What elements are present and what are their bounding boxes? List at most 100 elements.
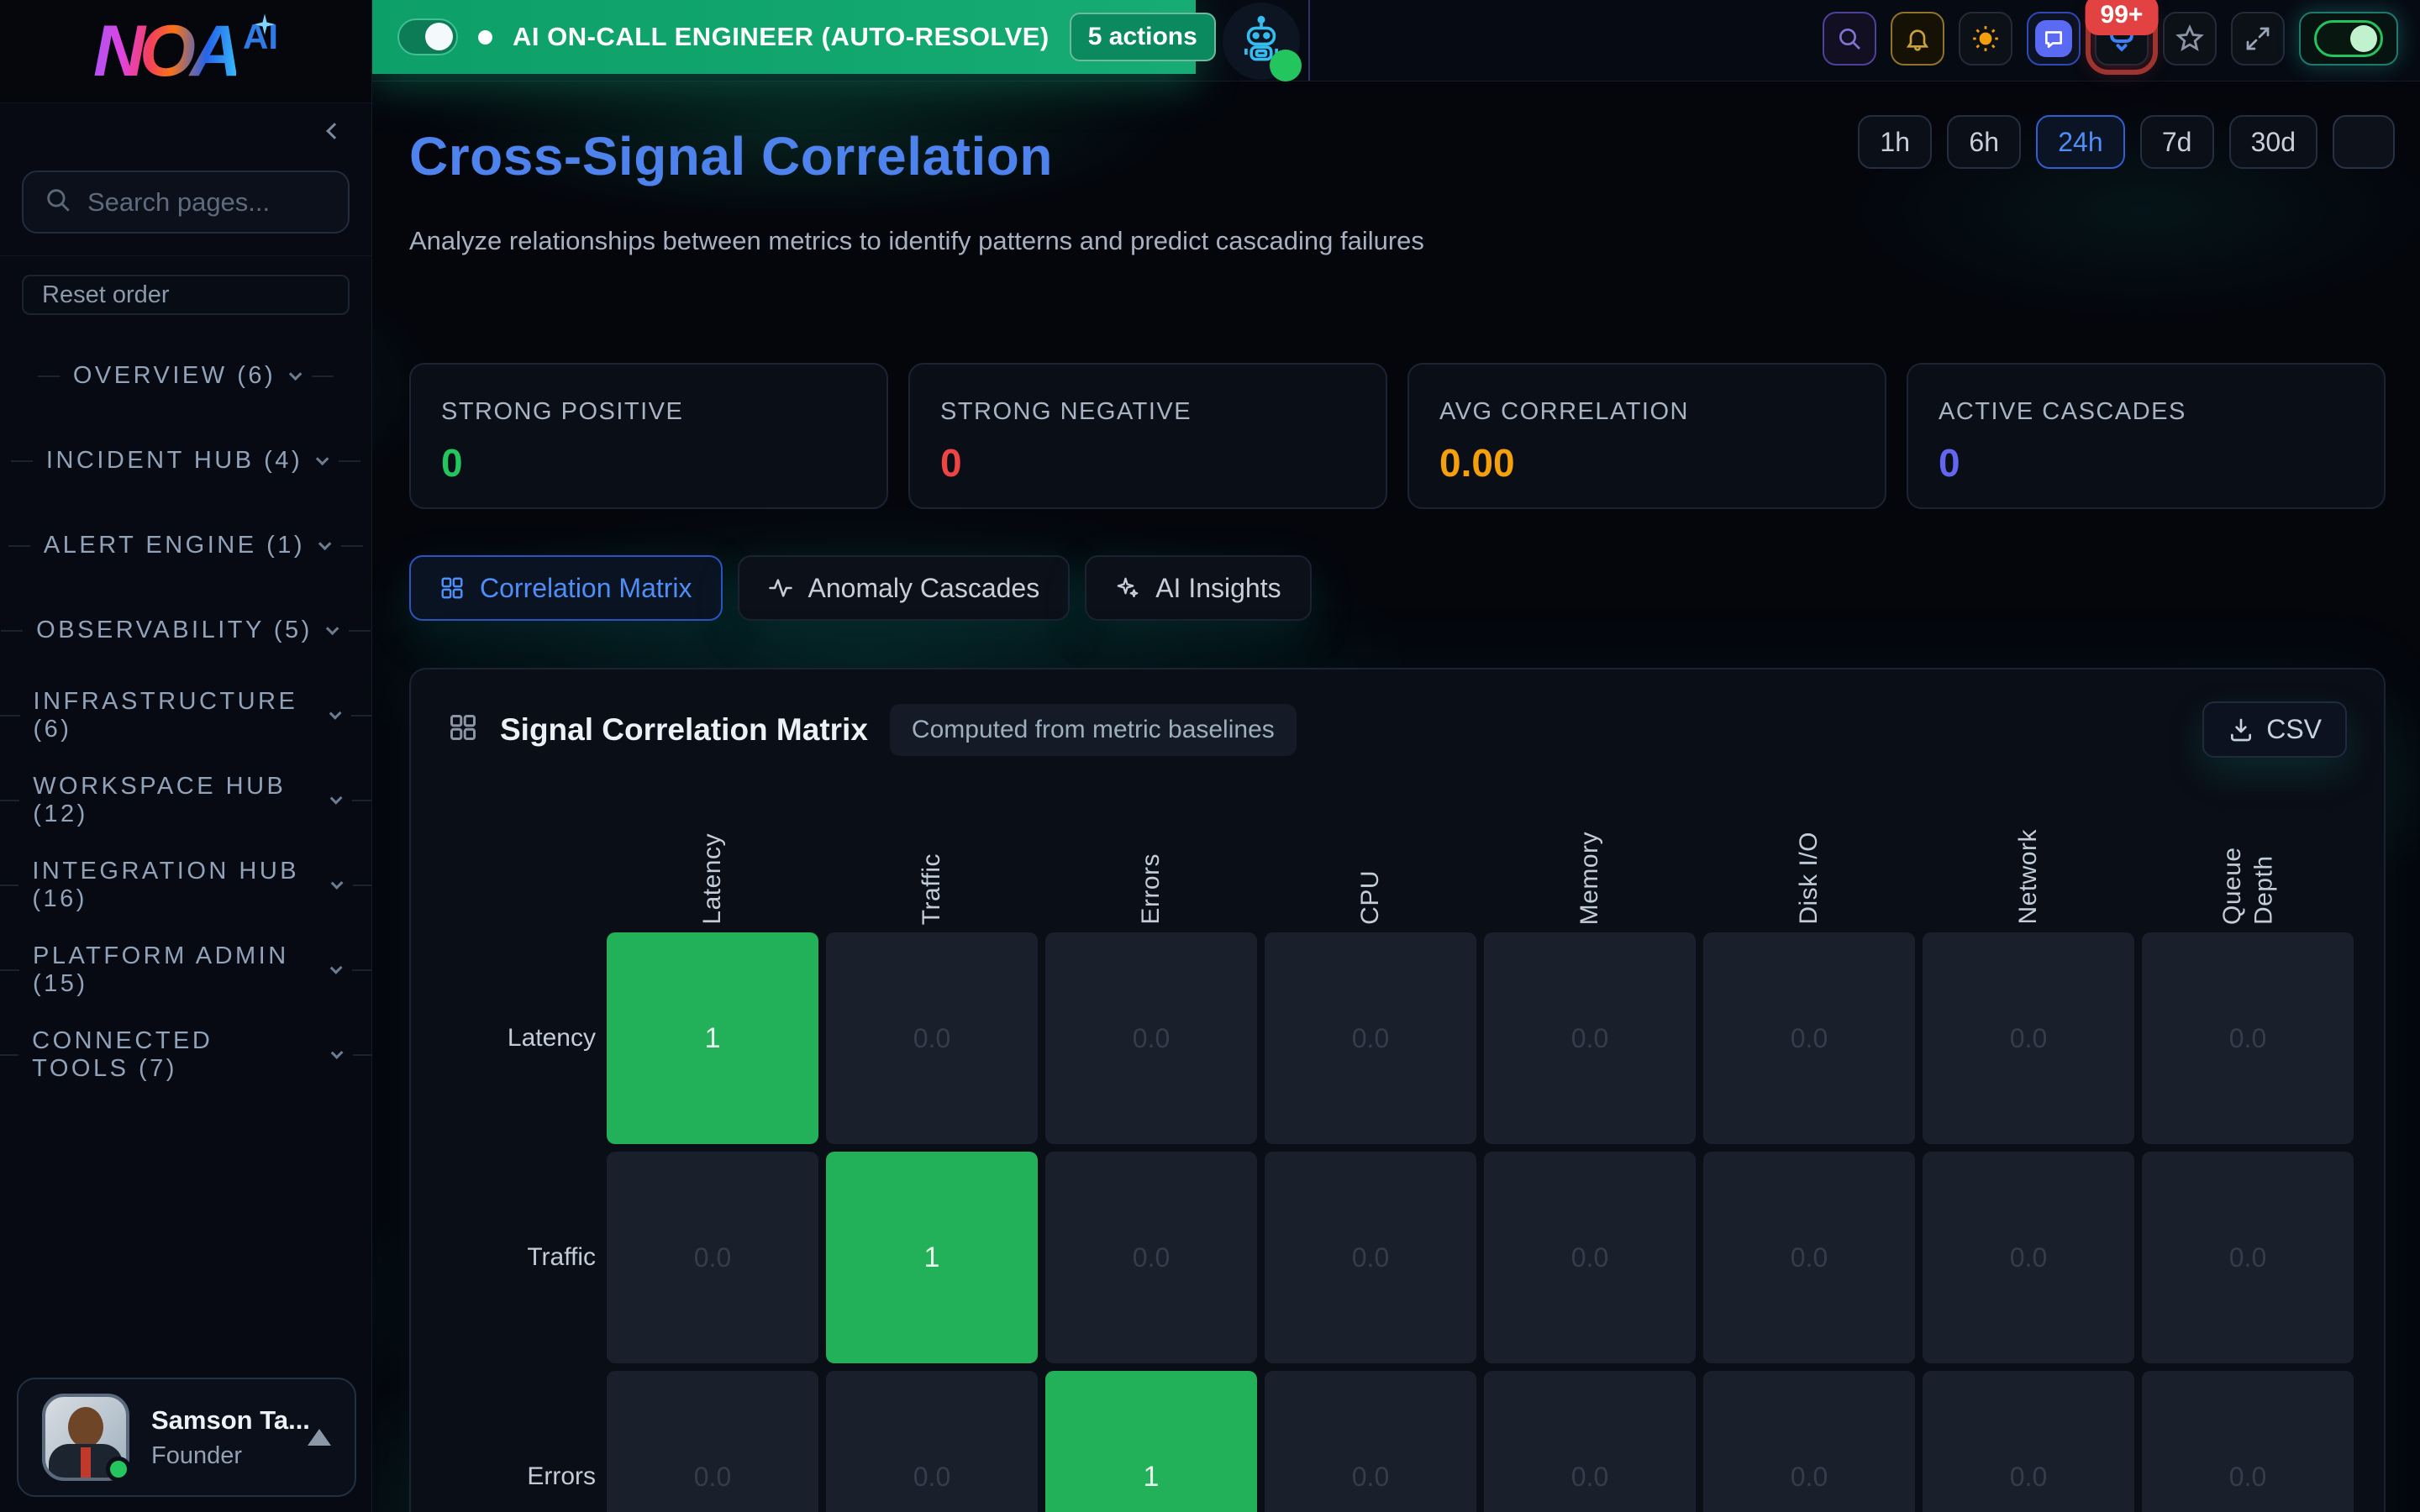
tab-label: Correlation Matrix bbox=[480, 573, 692, 604]
topbar-divider bbox=[1308, 0, 1310, 81]
chat-button[interactable] bbox=[2027, 12, 2081, 66]
master-toggle-button[interactable] bbox=[2299, 12, 2398, 66]
sidebar-section-alert-engine-1[interactable]: ALERT ENGINE (1) bbox=[0, 503, 371, 588]
grid-icon bbox=[448, 712, 478, 747]
panel-title: Signal Correlation Matrix bbox=[500, 712, 868, 748]
section-dash bbox=[0, 969, 19, 971]
export-csv-button[interactable]: CSV bbox=[2202, 701, 2347, 758]
section-dash bbox=[1, 630, 23, 632]
chevron-down-icon bbox=[330, 877, 343, 890]
stats-row: STRONG POSITIVE0STRONG NEGATIVE0AVG CORR… bbox=[409, 363, 2386, 509]
panel-header: Signal Correlation Matrix Computed from … bbox=[448, 701, 2347, 758]
tab-correlation-matrix[interactable]: Correlation Matrix bbox=[409, 555, 723, 621]
pulse-icon bbox=[768, 575, 793, 601]
fullscreen-button[interactable] bbox=[2231, 12, 2285, 66]
user-profile-card[interactable]: Samson Ta... Founder bbox=[17, 1378, 356, 1497]
chevron-down-icon bbox=[316, 453, 329, 466]
chevron-left-icon bbox=[326, 123, 343, 139]
chat-bubble-icon bbox=[2035, 20, 2072, 57]
stat-label: AVG CORRELATION bbox=[1439, 398, 1854, 426]
toggle-on-icon bbox=[2314, 20, 2383, 57]
section-dash bbox=[339, 460, 360, 462]
section-label: INFRASTRUCTURE (6) bbox=[34, 688, 317, 743]
sidebar-nav: OVERVIEW (6) INCIDENT HUB (4) ALERT ENGINE… bbox=[0, 333, 371, 1097]
time-range-6h-button[interactable]: 6h bbox=[1947, 115, 2021, 169]
sidebar-collapse-button[interactable] bbox=[318, 114, 351, 148]
notifications-button[interactable] bbox=[1891, 12, 1944, 66]
search-box[interactable] bbox=[22, 171, 350, 234]
oncall-toggle[interactable] bbox=[397, 18, 458, 55]
section-dash bbox=[353, 1054, 371, 1056]
sidebar-section-connected-tools-7[interactable]: CONNECTED TOOLS (7) bbox=[0, 1012, 371, 1097]
stat-value: 0 bbox=[441, 440, 463, 486]
logo-area: NOA AI bbox=[0, 0, 371, 103]
tab-label: AI Insights bbox=[1155, 573, 1281, 604]
oncall-banner-label: AI ON-CALL ENGINEER (AUTO-RESOLVE) bbox=[513, 22, 1050, 52]
stat-card-active-cascades: ACTIVE CASCADES0 bbox=[1907, 363, 2386, 509]
matrix-cell-errors-network: 0.0 bbox=[1923, 1371, 2134, 1512]
main-content: 1h6h24h7d30d Cross-Signal Correlation An… bbox=[372, 81, 2420, 1512]
chevron-down-icon bbox=[330, 962, 343, 974]
chevron-down-icon bbox=[326, 622, 339, 636]
section-dash bbox=[341, 545, 363, 547]
sidebar-section-infrastructure-6[interactable]: INFRASTRUCTURE (6) bbox=[0, 673, 371, 758]
online-status-dot bbox=[106, 1457, 131, 1482]
correlation-heatmap: LatencyTrafficErrorsCPUMemoryDisk I/ONet… bbox=[448, 786, 2347, 1512]
time-range-extra-button[interactable] bbox=[2333, 115, 2395, 169]
section-dash bbox=[8, 545, 30, 547]
matrix-col-label-network: Network bbox=[1923, 786, 2134, 925]
stat-card-strong-negative: STRONG NEGATIVE0 bbox=[908, 363, 1387, 509]
download-icon bbox=[2228, 717, 2254, 743]
actions-count-badge[interactable]: 5 actions bbox=[1070, 13, 1216, 61]
sidebar-section-integration-hub-16[interactable]: INTEGRATION HUB (16) bbox=[0, 843, 371, 927]
search-button[interactable] bbox=[1823, 12, 1876, 66]
csv-label: CSV bbox=[2266, 714, 2322, 745]
matrix-cell-errors-disk-i-o: 0.0 bbox=[1703, 1371, 1915, 1512]
matrix-cell-latency-memory: 0.0 bbox=[1484, 932, 1696, 1144]
sidebar-search-region bbox=[0, 103, 371, 256]
matrix-cell-traffic-errors: 0.0 bbox=[1045, 1152, 1257, 1363]
sidebar-section-overview-6[interactable]: OVERVIEW (6) bbox=[0, 333, 371, 418]
section-label: CONNECTED TOOLS (7) bbox=[32, 1027, 318, 1083]
time-range-1h-button[interactable]: 1h bbox=[1858, 115, 1932, 169]
view-tabs: Correlation Matrix Anomaly Cascades AI Ins… bbox=[409, 555, 1312, 621]
topbar: AI ON-CALL ENGINEER (AUTO-RESOLVE) 5 act… bbox=[372, 0, 2420, 81]
time-range-7d-button[interactable]: 7d bbox=[2140, 115, 2214, 169]
stat-card-avg-correlation: AVG CORRELATION 0.00 bbox=[1407, 363, 1886, 509]
section-dash bbox=[349, 630, 371, 632]
sidebar-section-platform-admin-15[interactable]: PLATFORM ADMIN (15) bbox=[0, 927, 371, 1012]
matrix-cell-traffic-cpu: 0.0 bbox=[1265, 1152, 1476, 1363]
sidebar-section-workspace-hub-12[interactable]: WORKSPACE HUB (12) bbox=[0, 758, 371, 843]
expand-icon bbox=[2244, 25, 2271, 52]
matrix-cell-errors-queue-depth: 0.0 bbox=[2142, 1371, 2354, 1512]
user-role: Founder bbox=[151, 1442, 286, 1470]
matrix-cell-errors-memory: 0.0 bbox=[1484, 1371, 1696, 1512]
matrix-cell-latency-disk-i-o: 0.0 bbox=[1703, 932, 1915, 1144]
stat-value: 0.00 bbox=[1439, 440, 1515, 486]
search-icon bbox=[1836, 25, 1863, 52]
matrix-row-label-errors: Errors bbox=[448, 1371, 599, 1512]
matrix-cell-traffic-memory: 0.0 bbox=[1484, 1152, 1696, 1363]
tab-anomaly-cascades[interactable]: Anomaly Cascades bbox=[738, 555, 1071, 621]
search-input[interactable] bbox=[87, 187, 423, 218]
reset-order-button[interactable]: Reset order bbox=[22, 275, 350, 315]
time-range-30d-button[interactable]: 30d bbox=[2229, 115, 2317, 169]
favorite-button[interactable] bbox=[2163, 12, 2217, 66]
tab-label: Anomaly Cascades bbox=[808, 573, 1040, 604]
time-range-24h-button[interactable]: 24h bbox=[2036, 115, 2124, 169]
matrix-col-label-queue-depth: Queue Depth bbox=[2142, 786, 2354, 925]
theme-button[interactable] bbox=[1959, 12, 2012, 66]
sparkles-icon bbox=[1115, 575, 1140, 601]
notification-count-badge: 99+ bbox=[2086, 0, 2159, 35]
matrix-row-label-traffic: Traffic bbox=[448, 1152, 599, 1363]
sidebar-section-observability-5[interactable]: OBSERVABILITY (5) bbox=[0, 588, 371, 673]
notifications-tray-button[interactable]: 99+ bbox=[2095, 12, 2149, 66]
sun-icon bbox=[1971, 24, 2000, 53]
section-label: INCIDENT HUB (4) bbox=[46, 447, 302, 475]
tab-ai-insights[interactable]: AI Insights bbox=[1085, 555, 1311, 621]
sidebar-section-incident-hub-4[interactable]: INCIDENT HUB (4) bbox=[0, 418, 371, 503]
ai-assistant-button[interactable] bbox=[1223, 3, 1300, 80]
section-dash bbox=[352, 800, 371, 801]
matrix-cell-latency-latency: 1 bbox=[607, 932, 818, 1144]
matrix-cell-latency-traffic: 0.0 bbox=[826, 932, 1038, 1144]
